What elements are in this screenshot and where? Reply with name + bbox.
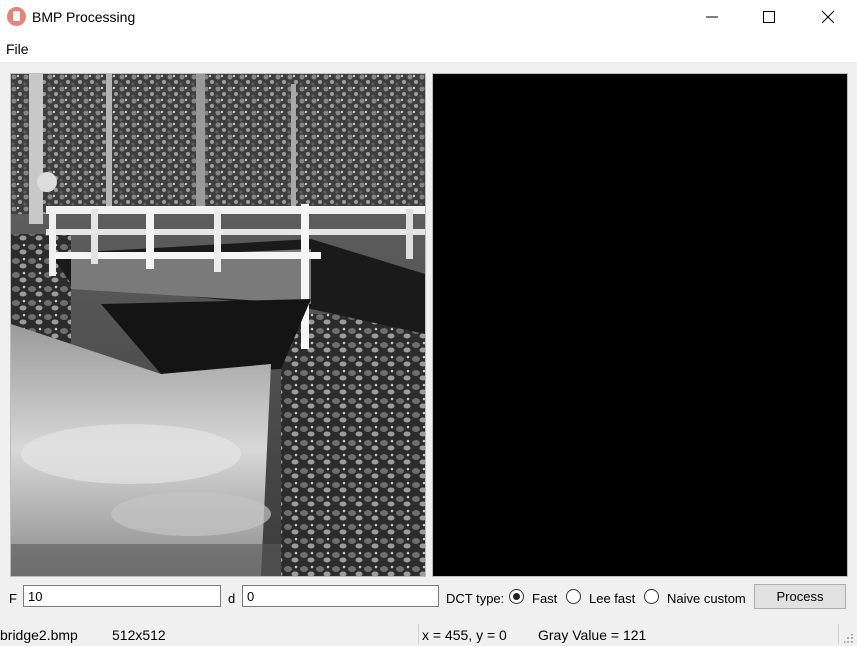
dct-type-label: DCT type: bbox=[446, 591, 505, 606]
status-separator bbox=[838, 624, 839, 644]
menu-file[interactable]: File bbox=[6, 41, 29, 57]
original-image-panel[interactable] bbox=[10, 73, 426, 577]
dct-lee-fast-label[interactable]: Lee fast bbox=[589, 591, 635, 606]
close-icon bbox=[821, 10, 835, 24]
dct-lee-fast-radio[interactable] bbox=[566, 589, 581, 604]
minimize-button[interactable] bbox=[684, 0, 740, 34]
dct-naive-custom-label[interactable]: Naive custom bbox=[667, 591, 746, 606]
status-bar: bridge2.bmp 512x512 x = 455, y = 0 Gray … bbox=[0, 624, 857, 646]
dct-naive-custom-radio[interactable] bbox=[644, 589, 659, 604]
status-dimensions: 512x512 bbox=[112, 627, 166, 643]
processed-image-panel[interactable] bbox=[432, 73, 848, 577]
process-button[interactable]: Process bbox=[754, 584, 846, 609]
dct-fast-label[interactable]: Fast bbox=[532, 591, 557, 606]
dct-fast-radio[interactable] bbox=[509, 589, 524, 604]
d-label: d bbox=[228, 591, 236, 606]
f-input[interactable] bbox=[23, 585, 221, 607]
parameters-row: F d DCT type: Fast Lee fast Naive custom… bbox=[0, 583, 857, 613]
menu-bar: File bbox=[0, 34, 857, 62]
f-label: F bbox=[9, 591, 17, 606]
status-separator bbox=[418, 624, 419, 644]
maximize-button[interactable] bbox=[741, 0, 797, 34]
original-image bbox=[11, 74, 425, 576]
title-bar: BMP Processing bbox=[0, 0, 857, 34]
close-button[interactable] bbox=[800, 0, 856, 34]
status-coordinates: x = 455, y = 0 bbox=[422, 627, 507, 643]
maximize-icon bbox=[763, 11, 775, 23]
window-title: BMP Processing bbox=[32, 9, 136, 25]
minimize-icon bbox=[706, 16, 718, 18]
bmp-app-icon bbox=[7, 7, 26, 26]
resize-grip-icon[interactable] bbox=[844, 634, 854, 644]
status-filename: bridge2.bmp bbox=[0, 627, 78, 643]
status-gray-value: Gray Value = 121 bbox=[538, 627, 647, 643]
d-input[interactable] bbox=[242, 585, 439, 607]
